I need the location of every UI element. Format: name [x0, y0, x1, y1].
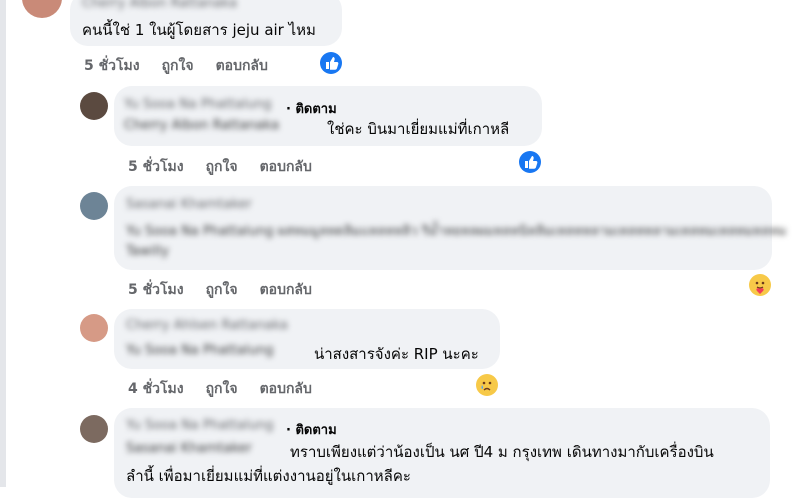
comment-text: ใช่คะ บินมาเยี่ยมแม่ที่เกาหลี — [327, 120, 510, 138]
blurred-author-name: Cherry Ahlsen Rattanaka — [126, 318, 288, 333]
timestamp[interactable]: 5 ชั่วโมง — [128, 156, 184, 178]
comment-text: น่าสงสารจังค่ะ RIP นะคะ — [314, 345, 479, 363]
timestamp[interactable]: 5 ชั่วโมง — [128, 279, 184, 301]
blurred-mention: Cherry Albon Rattanaka — [124, 118, 280, 133]
blurred-author-name: Cherry Albon Rattanaka — [82, 0, 238, 11]
reply-button[interactable]: ตอบกลับ — [216, 55, 268, 77]
left-edge-strip — [0, 0, 6, 487]
avatar[interactable] — [22, 0, 62, 18]
avatar[interactable] — [80, 314, 108, 342]
avatar[interactable] — [80, 415, 108, 443]
care-emoji-icon[interactable] — [749, 274, 771, 296]
comment-actions: 5 ชั่วโมง ถูกใจ ตอบกลับ — [84, 55, 290, 77]
reply-button[interactable]: ตอบกลับ — [260, 378, 312, 400]
timestamp[interactable]: 4 ชั่วโมง — [128, 378, 184, 400]
blurred-mention: Sasanai Khamtaker — [126, 441, 252, 456]
comment-actions: 4 ชั่วโมง ถูกใจ ตอบกลับ — [128, 378, 334, 400]
like-button[interactable]: ถูกใจ — [206, 378, 238, 400]
like-button[interactable]: ถูกใจ — [206, 156, 238, 178]
blurred-author-name: Sasanai Khamtaker — [126, 197, 252, 212]
like-button[interactable]: ถูกใจ — [162, 55, 194, 77]
blurred-author-name: Yu Sooa Na Phattalung — [126, 418, 274, 433]
blurred-comment-text: Yu Sooa Na Phattalung ผสหมมูลหดลิมแหลหหล… — [126, 224, 787, 239]
like-button[interactable]: ถูกใจ — [206, 279, 238, 301]
comment-text: คนนี้ใช่ 1 ในผู้โดยสาร jeju air ไหม — [82, 21, 316, 39]
sad-emoji-icon[interactable] — [476, 374, 498, 396]
avatar[interactable] — [80, 92, 108, 120]
follow-link[interactable]: · ติดตาม — [286, 419, 337, 440]
avatar[interactable] — [80, 192, 108, 220]
like-icon[interactable] — [320, 52, 342, 74]
blurred-comment-text: Tawilly — [126, 244, 169, 259]
blurred-author-name: Yu Sooa Na Phattalung — [124, 97, 272, 112]
like-icon[interactable] — [519, 151, 541, 173]
blurred-mention: Yu Sooa Na Phattalung — [126, 343, 274, 358]
follow-link[interactable]: · ติดตาม — [286, 98, 337, 119]
reply-button[interactable]: ตอบกลับ — [260, 156, 312, 178]
comment-actions: 5 ชั่วโมง ถูกใจ ตอบกลับ — [128, 156, 334, 178]
comment-text-line-1: ทราบเพียงแต่ว่าน้องเป็น นศ ปี4 ม กรุงเทพ… — [290, 443, 714, 461]
timestamp[interactable]: 5 ชั่วโมง — [84, 55, 140, 77]
comment-text-line-2: ลำนี้ เพื่อมาเยี่ยมแม่ที่แต่งงานอยู่ในเก… — [126, 467, 411, 485]
reply-button[interactable]: ตอบกลับ — [260, 279, 312, 301]
comment-actions: 5 ชั่วโมง ถูกใจ ตอบกลับ — [128, 279, 334, 301]
